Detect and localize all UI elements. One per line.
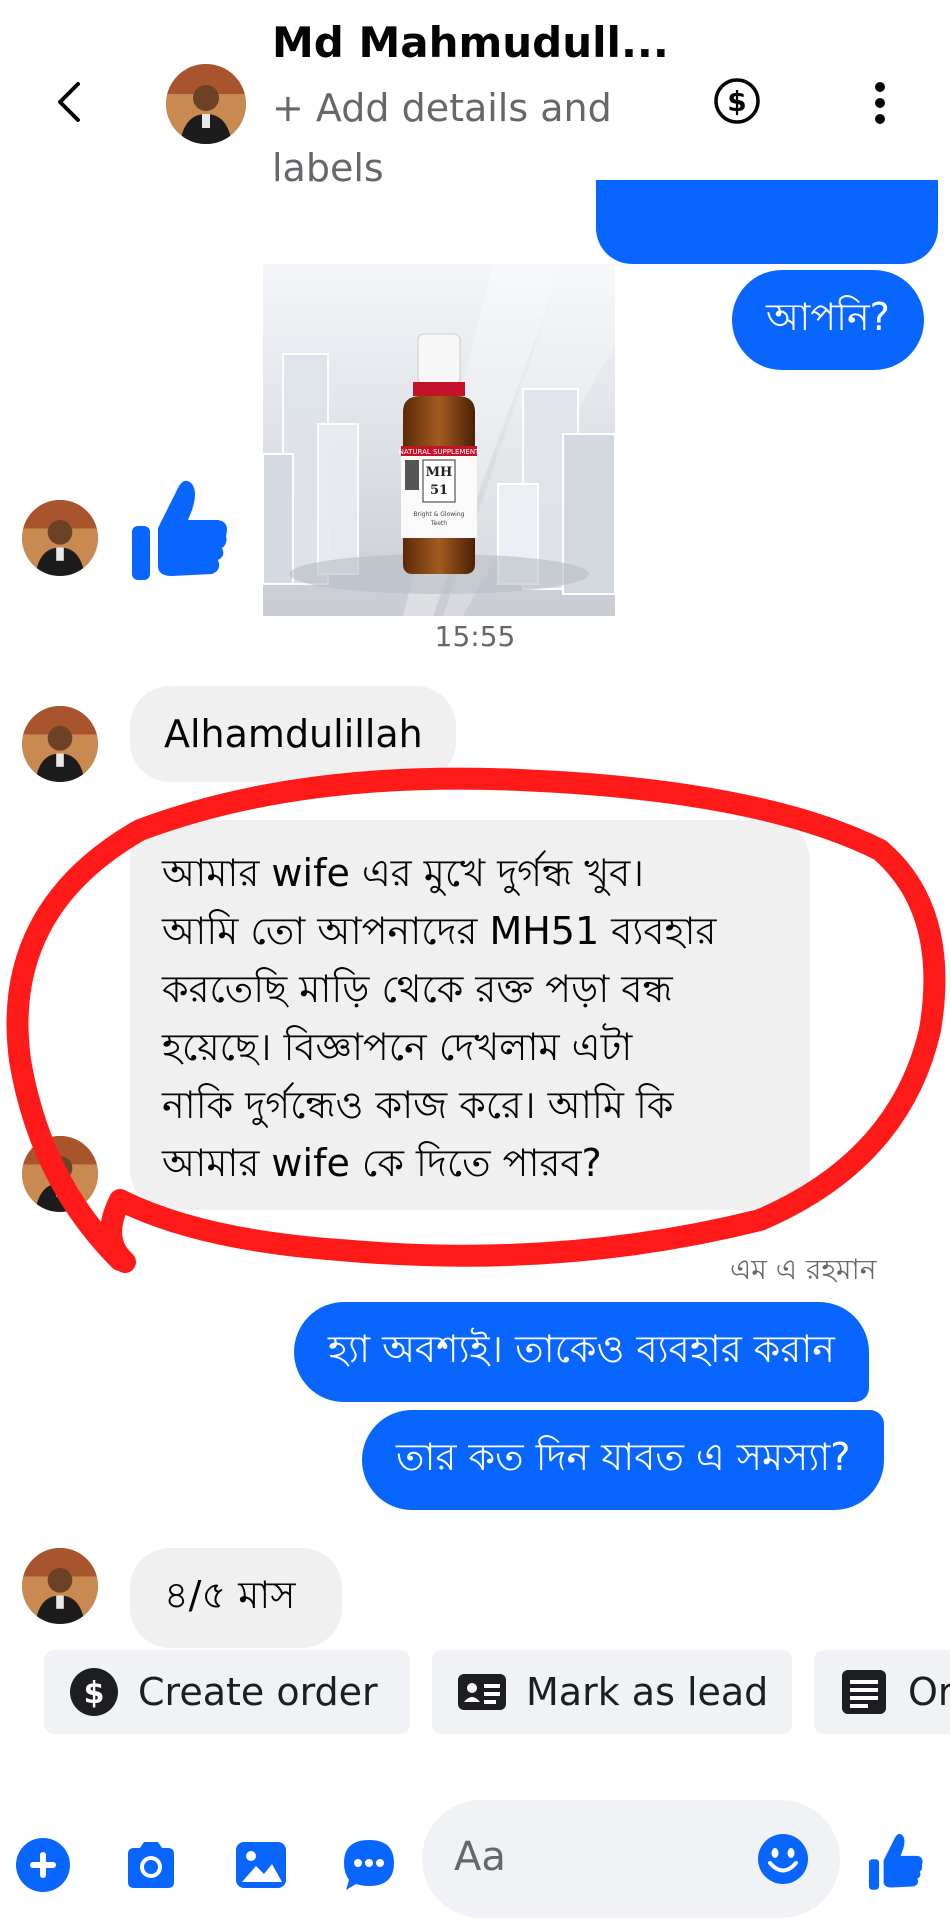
order-label: Or [908,1670,950,1714]
gallery-icon[interactable] [232,1836,290,1894]
more-options-button[interactable] [860,78,900,128]
chat-bubble-icon[interactable] [340,1836,398,1894]
conversation-header: Md Mahmudull... + Add details and labels… [0,0,950,200]
message-bubble-incoming[interactable]: ৪/৫ মাস [130,1548,342,1648]
chevron-left-icon [58,82,80,122]
bottle-code-line2: 51 [430,483,448,498]
contact-avatar[interactable] [166,64,246,144]
dollar-icon: $ [70,1668,118,1716]
message-bubble-outgoing[interactable]: হ্যা অবশ্যই। তাকেও ব্যবহার করান [294,1302,869,1402]
message-bubble-outgoing[interactable]: তার কত দিন যাবত এ সমস্যা? [362,1410,885,1510]
id-card-icon [458,1674,506,1710]
thumbs-up-send-icon[interactable] [866,1830,926,1892]
vertical-dots-icon [875,82,885,124]
order-button-partial[interactable]: Or [814,1650,950,1734]
contact-name[interactable]: Md Mahmudull... [272,18,669,67]
bottle-band-label: NATURAL SUPPLEMENT [399,448,480,456]
camera-icon[interactable] [122,1836,180,1894]
message-bubble-outgoing[interactable]: আপনি? [732,270,924,370]
message-input-placeholder: Aa [454,1834,506,1880]
red-circle-annotation [6,767,946,1273]
message-timestamp: 15:55 [434,620,516,653]
product-photo[interactable]: NATURAL SUPPLEMENT MH 51 Bright & Glowin… [263,264,615,616]
like-sticker-thumbs-up-icon[interactable] [128,474,232,584]
svg-text:$: $ [727,85,746,118]
dollar-circle-icon: $ [714,78,760,124]
svg-text:$: $ [84,1676,105,1711]
create-order-button[interactable]: $ Create order [44,1650,410,1734]
sender-avatar[interactable] [22,1548,98,1624]
mark-as-lead-button[interactable]: Mark as lead [432,1650,792,1734]
sender-avatar[interactable] [22,500,98,576]
document-icon [842,1670,886,1714]
emoji-icon[interactable] [756,1832,810,1886]
mark-as-lead-label: Mark as lead [526,1670,769,1714]
message-bubble-outgoing-cut[interactable] [596,180,938,264]
payment-button[interactable]: $ [712,76,762,126]
bottle-caption-line2: Teeth [430,520,447,527]
bottle-caption-line1: Bright & Glowing [414,511,465,518]
bottle-code-line1: MH [426,465,453,480]
back-button[interactable] [40,70,96,134]
plus-circle-icon[interactable] [14,1836,72,1894]
sent-by-label: এম এ রহমান [730,1253,877,1286]
create-order-label: Create order [138,1670,378,1714]
